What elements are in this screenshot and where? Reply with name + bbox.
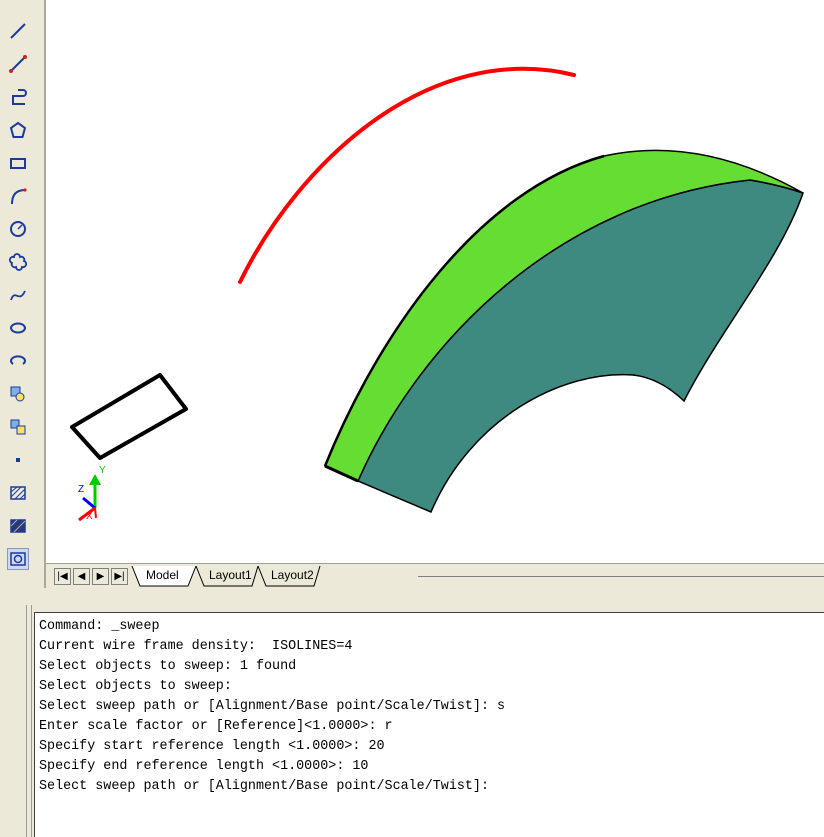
- ucs-x-label: X: [86, 511, 93, 522]
- command-line: Select objects to sweep: 1 found: [39, 659, 297, 674]
- last-tab-icon: ▶|: [114, 571, 125, 582]
- region-icon: [10, 552, 26, 566]
- hatch-tool-button[interactable]: [7, 482, 29, 504]
- command-window-grip[interactable]: [26, 605, 32, 837]
- draw-toolbar: [0, 0, 46, 588]
- polyline-tool-button[interactable]: [7, 86, 29, 108]
- first-tab-button[interactable]: |◀: [54, 568, 71, 585]
- tab-layout1[interactable]: Layout1: [203, 566, 263, 585]
- insert-block-icon: [10, 386, 25, 402]
- last-tab-button[interactable]: ▶|: [111, 568, 128, 585]
- arc-tool-button[interactable]: [7, 185, 29, 207]
- layout-tab-bar: |◀ ◀ ▶ ▶| Model Layout1 Layout2: [46, 563, 824, 589]
- tab-model[interactable]: Model: [140, 566, 200, 585]
- first-tab-icon: |◀: [57, 571, 68, 582]
- command-line: Specify start reference length <1.0000>:…: [39, 739, 385, 754]
- spline-tool-button[interactable]: [7, 284, 29, 306]
- arc-icon: [11, 188, 27, 205]
- line-tool-button[interactable]: [7, 20, 29, 42]
- polygon-icon: [9, 121, 27, 138]
- ellipse-tool-button[interactable]: [7, 317, 29, 339]
- tab-layout2[interactable]: Layout2: [265, 566, 325, 585]
- revision-cloud-icon: [8, 253, 28, 271]
- point-icon: [16, 458, 20, 462]
- line-icon: [10, 23, 26, 39]
- make-block-tool-button[interactable]: [7, 416, 29, 438]
- command-line: Specify end reference length <1.0000>: 1…: [39, 759, 369, 774]
- command-line: Current wire frame density: ISOLINES=4: [39, 639, 353, 654]
- ucs-icon: Y Z X: [78, 465, 106, 522]
- region-tool-button[interactable]: [7, 548, 29, 570]
- ellipse-arc-icon: [10, 355, 26, 365]
- drawing-canvas: Y Z X: [70, 66, 804, 522]
- construction-line-icon: [9, 55, 27, 73]
- previous-tab-button[interactable]: ◀: [73, 568, 90, 585]
- next-tab-icon: ▶: [96, 571, 105, 582]
- gradient-tool-button[interactable]: [7, 515, 29, 537]
- construction-line-tool-button[interactable]: [7, 53, 29, 75]
- rectangle-icon: [10, 158, 26, 169]
- ellipse-icon: [10, 322, 26, 334]
- previous-tab-icon: ◀: [77, 571, 86, 582]
- command-line: Enter scale factor or [Reference]<1.0000…: [39, 719, 393, 734]
- command-line: Command: _sweep: [39, 619, 160, 634]
- model-space-viewport[interactable]: Y Z X: [46, 0, 824, 563]
- ucs-y-label: Y: [99, 465, 106, 476]
- hatch-icon: [10, 486, 26, 500]
- rectangle-tool-button[interactable]: [7, 152, 29, 174]
- command-line: Select sweep path or [Alignment/Base poi…: [39, 699, 506, 714]
- spline-icon: [10, 290, 26, 301]
- polyline-icon: [12, 89, 27, 105]
- command-prompt-line[interactable]: Select sweep path or [Alignment/Base poi…: [39, 777, 489, 797]
- circle-icon: [10, 221, 26, 237]
- revision-cloud-tool-button[interactable]: [7, 251, 29, 273]
- polygon-tool-button[interactable]: [7, 119, 29, 141]
- command-history-window[interactable]: Command: _sweep Current wire frame densi…: [34, 612, 824, 837]
- ellipse-arc-tool-button[interactable]: [7, 350, 29, 372]
- circle-tool-button[interactable]: [7, 218, 29, 240]
- window-splitter[interactable]: [0, 588, 824, 601]
- make-block-icon: [10, 419, 26, 435]
- gradient-icon: [10, 519, 26, 533]
- insert-block-tool-button[interactable]: [7, 383, 29, 405]
- ucs-z-label: Z: [78, 484, 84, 495]
- command-line: Select objects to sweep:: [39, 679, 232, 694]
- profile-rectangle[interactable]: [70, 373, 188, 460]
- next-tab-button[interactable]: ▶: [92, 568, 109, 585]
- point-tool-button[interactable]: [7, 449, 29, 471]
- tab-scroll-track: [418, 576, 824, 577]
